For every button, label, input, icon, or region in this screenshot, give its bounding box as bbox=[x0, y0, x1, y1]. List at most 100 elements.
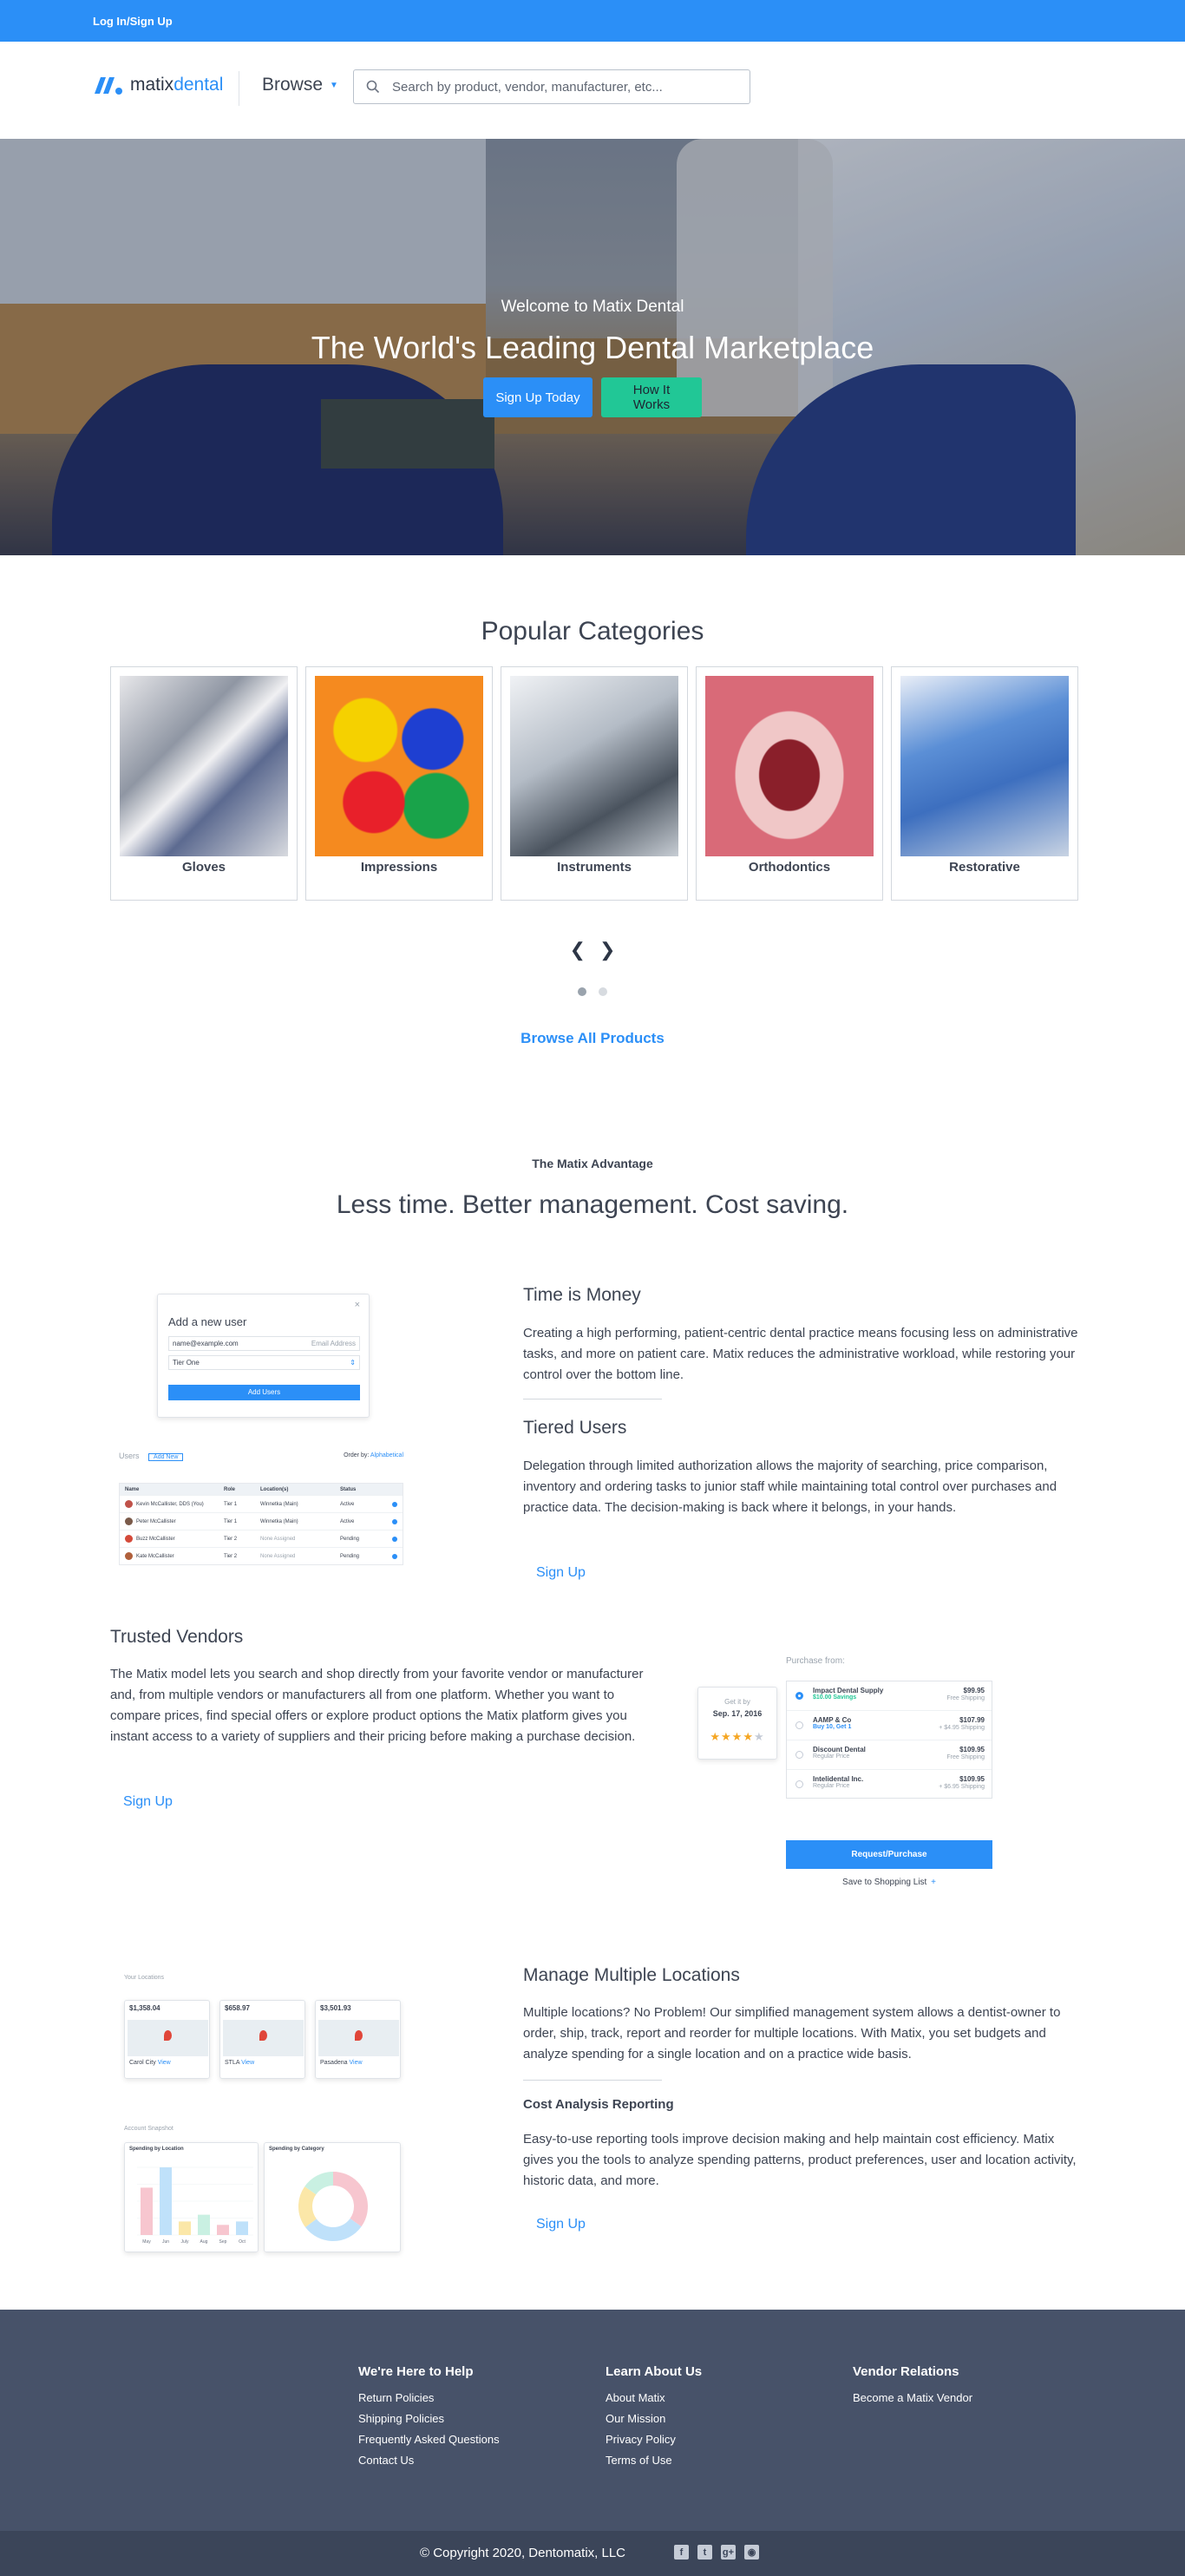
users-table-mockup: Users Add New Order by: Alphabetical Nam… bbox=[117, 1450, 405, 1576]
google-plus-icon[interactable]: g+ bbox=[721, 2545, 736, 2560]
status-dot bbox=[392, 1536, 397, 1542]
category-card-impressions[interactable]: Impressions bbox=[305, 666, 493, 901]
tiered-users-body: Delegation through limited authorization… bbox=[523, 1458, 1057, 1515]
category-card-restorative[interactable]: Restorative bbox=[891, 666, 1078, 901]
category-image bbox=[510, 676, 678, 856]
time-is-money-title: Time is Money bbox=[523, 1285, 641, 1305]
manage-locations-title: Manage Multiple Locations bbox=[523, 1965, 740, 1985]
browse-label: Browse bbox=[262, 75, 324, 95]
tiered-users-title: Tiered Users bbox=[523, 1418, 627, 1438]
tick-label: July bbox=[181, 2239, 189, 2245]
map-thumbnail bbox=[318, 2020, 399, 2056]
category-image bbox=[705, 676, 874, 856]
signup-today-button[interactable]: Sign Up Today bbox=[483, 377, 592, 417]
spending-by-category-chart: Spending by Category bbox=[264, 2142, 401, 2252]
radio-icon bbox=[795, 1780, 803, 1788]
advantage-title: Less time. Better management. Cost savin… bbox=[336, 1190, 849, 1219]
table-row: Buzz McCallister Tier 2 None Assigned Pe… bbox=[120, 1530, 403, 1547]
search-input[interactable] bbox=[392, 79, 739, 95]
category-card-orthodontics[interactable]: Orthodontics bbox=[696, 666, 883, 901]
mockup-title: Add a new user bbox=[168, 1315, 247, 1328]
site-footer: We're Here to Help Return Policies Shipp… bbox=[0, 2310, 1185, 2531]
footer-link-contact-us[interactable]: Contact Us bbox=[358, 2454, 500, 2467]
matix-logo[interactable]: matixdental bbox=[92, 74, 223, 96]
list-item: Intelidental Inc. Regular Price $109.95 … bbox=[787, 1770, 992, 1799]
how-it-works-button[interactable]: How It Works bbox=[601, 377, 702, 417]
map-thumbnail bbox=[223, 2020, 304, 2056]
category-label: Orthodontics bbox=[748, 860, 831, 875]
category-image bbox=[315, 676, 483, 856]
mockup-email-field: name@example.com Email Address bbox=[168, 1336, 360, 1351]
carousel-dot-1[interactable] bbox=[578, 987, 586, 996]
footer-link-privacy-policy[interactable]: Privacy Policy bbox=[606, 2433, 702, 2446]
footer-link-terms-of-use[interactable]: Terms of Use bbox=[606, 2454, 702, 2467]
category-label: Gloves bbox=[181, 860, 226, 875]
popular-categories-title: Popular Categories bbox=[481, 617, 704, 646]
carousel-arrows: ❮ ❯ bbox=[0, 939, 1185, 961]
footer-link-shipping-policies[interactable]: Shipping Policies bbox=[358, 2412, 500, 2425]
table-row: Kevin McCallister, DDS (You) Tier 1 Winn… bbox=[120, 1495, 403, 1512]
category-carousel: Gloves Impressions Instruments Orthodont… bbox=[110, 666, 1078, 901]
twitter-icon[interactable]: t bbox=[697, 2545, 712, 2560]
tiered-users-signup-link[interactable]: Sign Up bbox=[536, 1565, 586, 1581]
trusted-vendors-title: Trusted Vendors bbox=[110, 1627, 244, 1647]
hero-welcome: Welcome to Matix Dental bbox=[501, 298, 684, 316]
avatar bbox=[125, 1517, 133, 1525]
avatar bbox=[125, 1552, 133, 1560]
spending-by-location-chart: Spending by Location May Jun July Aug Sep Oct bbox=[124, 2142, 259, 2252]
tick-label: May bbox=[142, 2239, 151, 2245]
status-dot bbox=[392, 1553, 397, 1559]
browse-menu[interactable]: Browse ▼ bbox=[262, 75, 338, 95]
carousel-dot-2[interactable] bbox=[599, 987, 607, 996]
table-header-row: Name Role Location(s) Status bbox=[120, 1484, 403, 1495]
avatar bbox=[125, 1535, 133, 1543]
location-card: $1,358.04 Carol City View bbox=[124, 2000, 210, 2079]
trusted-vendors-body: The Matix model lets you search and shop… bbox=[110, 1667, 644, 1744]
logo-text: matixdental bbox=[130, 75, 224, 95]
rating-stars: ★★★★★ bbox=[710, 1730, 765, 1743]
footer-link-faq[interactable]: Frequently Asked Questions bbox=[358, 2433, 500, 2446]
facebook-icon[interactable]: f bbox=[674, 2545, 689, 2560]
status-dot bbox=[392, 1518, 397, 1524]
bar-aug bbox=[198, 2214, 210, 2235]
browse-all-products-link[interactable]: Browse All Products bbox=[0, 1030, 1185, 1047]
footer-learn-title: Learn About Us bbox=[606, 2364, 703, 2379]
footer-link-our-mission[interactable]: Our Mission bbox=[606, 2412, 702, 2425]
location-card: $658.97 STLA View bbox=[219, 2000, 305, 2079]
category-card-gloves[interactable]: Gloves bbox=[110, 666, 298, 901]
category-card-instruments[interactable]: Instruments bbox=[501, 666, 688, 901]
cost-analysis-signup-link[interactable]: Sign Up bbox=[536, 2217, 586, 2232]
spending-donut-chart bbox=[298, 2172, 368, 2241]
tick-label: Aug bbox=[200, 2239, 208, 2245]
rss-icon[interactable]: ◉ bbox=[744, 2545, 759, 2560]
footer-vendor-column: Vendor Relations Become a Matix Vendor bbox=[853, 2364, 972, 2412]
footer-help-title: We're Here to Help bbox=[358, 2364, 474, 2379]
tick-label: Oct bbox=[239, 2239, 246, 2245]
divider bbox=[523, 2080, 662, 2081]
login-signup-link[interactable]: Log In/Sign Up bbox=[93, 15, 173, 28]
vendor-list: Impact Dental Supply $10.00 Savings $99.… bbox=[786, 1681, 992, 1799]
add-user-mockup: Add a new user × name@example.com Email … bbox=[157, 1294, 370, 1418]
search-box[interactable] bbox=[353, 69, 750, 104]
status-dot bbox=[392, 1501, 397, 1507]
radio-selected-icon bbox=[795, 1692, 803, 1700]
footer-link-become-vendor[interactable]: Become a Matix Vendor bbox=[853, 2391, 972, 2404]
chevron-left-icon[interactable]: ❮ bbox=[570, 939, 586, 961]
footer-link-about-matix[interactable]: About Matix bbox=[606, 2391, 702, 2404]
top-bar: Log In/Sign Up bbox=[0, 0, 1185, 42]
bar-sep bbox=[217, 2225, 229, 2235]
copyright-bar: © Copyright 2020, Dentomatix, LLC f t g+… bbox=[0, 2531, 1185, 2576]
trusted-vendors-signup-link[interactable]: Sign Up bbox=[123, 1794, 173, 1810]
purchase-mockup: Purchase from: Impact Dental Supply $10.… bbox=[696, 1651, 999, 1894]
matix-logo-icon bbox=[95, 77, 122, 95]
copyright-text: © Copyright 2020, Dentomatix, LLC bbox=[420, 2546, 626, 2560]
manage-locations-body: Multiple locations? No Problem! Our simp… bbox=[523, 2005, 1061, 2061]
tick-label: Sep bbox=[219, 2239, 227, 2245]
location-card: $3,501.93 Pasadena View bbox=[315, 2000, 401, 2079]
mockup-add-users-button: Add Users bbox=[168, 1385, 360, 1400]
chevron-right-icon[interactable]: ❯ bbox=[599, 939, 615, 961]
radio-icon bbox=[795, 1751, 803, 1759]
footer-link-return-policies[interactable]: Return Policies bbox=[358, 2391, 500, 2404]
bar-jun bbox=[160, 2167, 172, 2235]
list-item: Impact Dental Supply $10.00 Savings $99.… bbox=[787, 1681, 992, 1711]
